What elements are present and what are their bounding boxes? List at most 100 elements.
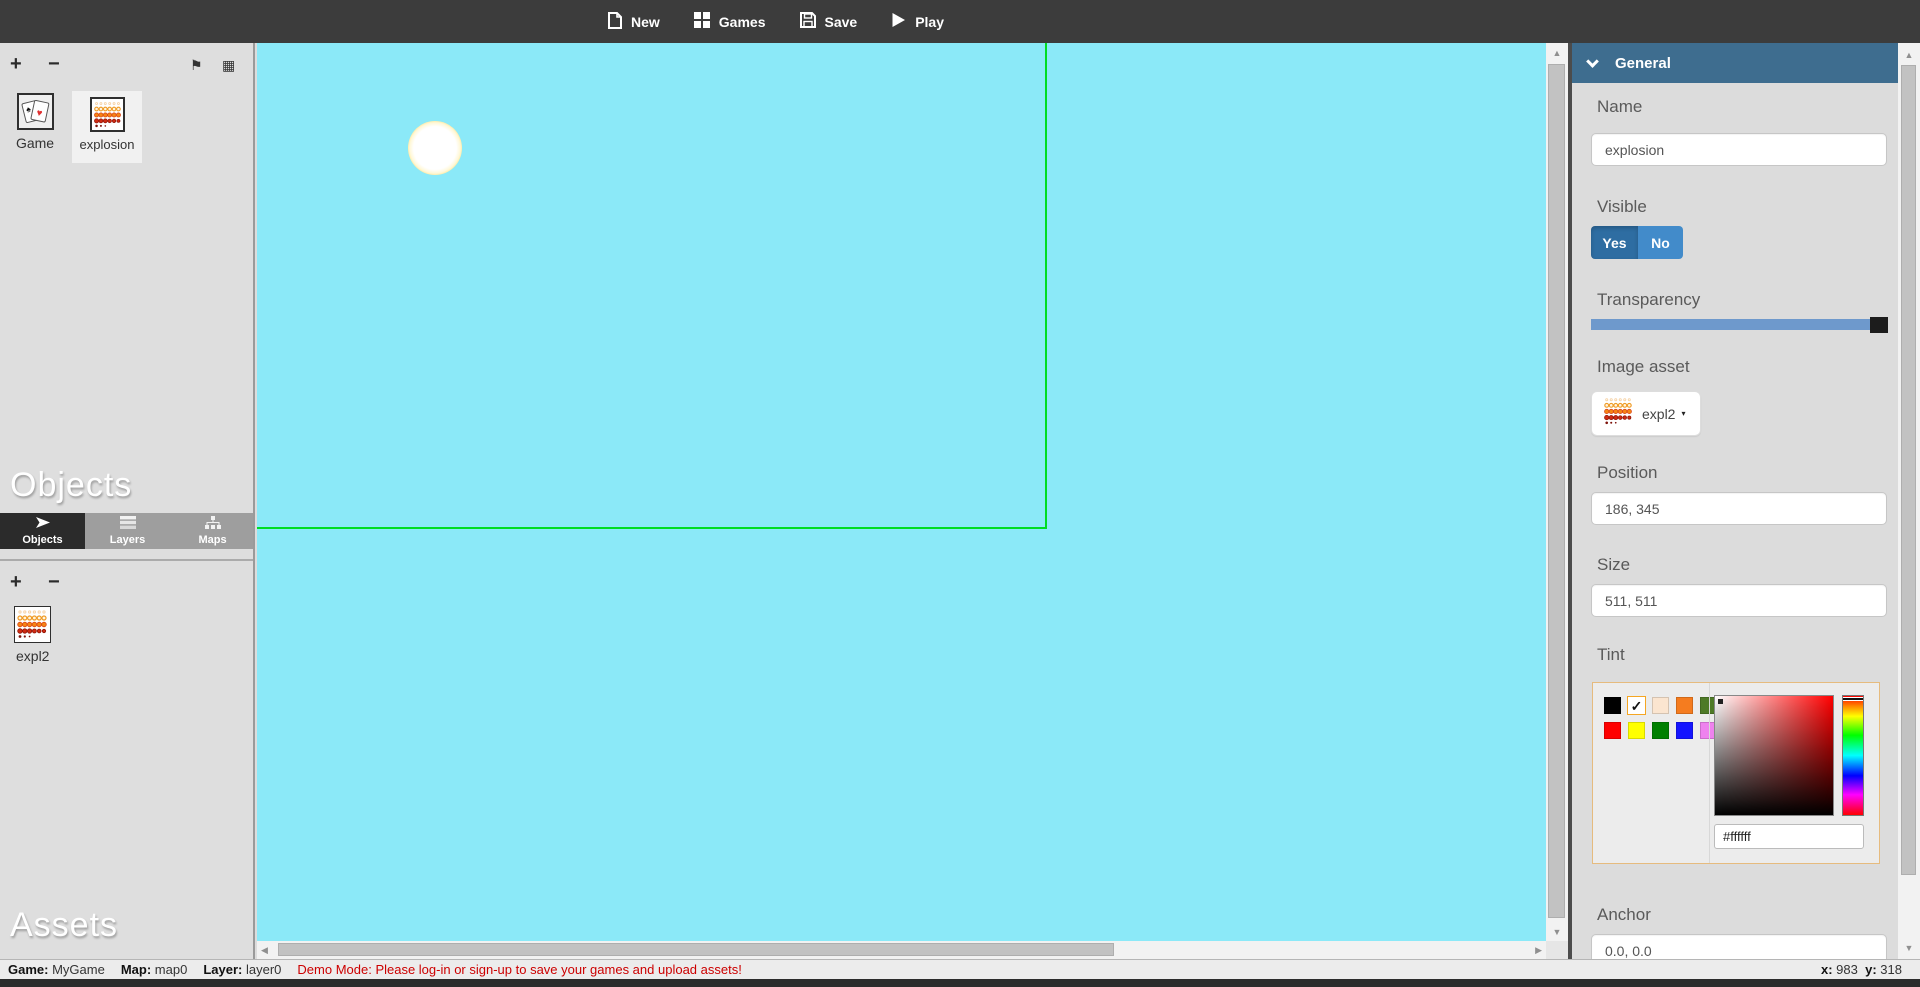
hue-strip[interactable] <box>1842 695 1864 816</box>
object-item-label: explosion <box>72 137 142 152</box>
left-sidebar: + − ⚑ ▦ Game explosion Objects Objects L… <box>0 43 255 959</box>
play-button-label: Play <box>915 14 944 30</box>
position-label: Position <box>1597 463 1657 483</box>
tab-label: Layers <box>110 534 145 546</box>
asset-item-label: expl2 <box>14 648 60 664</box>
general-header-label: General <box>1615 55 1671 72</box>
vertical-scroll-thumb[interactable] <box>1548 64 1565 918</box>
add-asset-button[interactable]: + <box>10 573 22 591</box>
save-button[interactable]: Save <box>800 12 858 31</box>
size-input[interactable] <box>1591 584 1887 617</box>
tab-label: Maps <box>198 534 226 546</box>
saturation-value-gradient[interactable] <box>1714 695 1834 816</box>
inspector-scrollbar[interactable]: ▲ ▼ <box>1898 43 1920 959</box>
image-asset-dropdown[interactable]: expl2 ▾ <box>1591 391 1701 436</box>
transparency-slider[interactable] <box>1591 319 1888 330</box>
scroll-up-icon[interactable]: ▲ <box>1898 50 1920 60</box>
layers-icon <box>120 516 136 532</box>
new-button[interactable]: New <box>608 12 660 32</box>
sidebar-tabbar: Objects Layers Maps <box>0 513 255 549</box>
explosion-sprite-object[interactable] <box>408 121 462 175</box>
horizontal-scroll-thumb[interactable] <box>278 943 1114 956</box>
image-asset-value: expl2 <box>1642 406 1675 422</box>
flag-icon[interactable]: ⚑ <box>190 57 203 74</box>
section-divider <box>0 559 255 561</box>
new-button-label: New <box>631 14 660 30</box>
canvas-horizontal-scrollbar[interactable]: ◀ ▶ <box>257 941 1546 959</box>
tint-swatch[interactable] <box>1604 722 1621 739</box>
general-section-header[interactable]: General <box>1572 43 1898 83</box>
tint-swatch[interactable] <box>1604 697 1621 714</box>
object-item-explosion[interactable]: explosion <box>72 91 142 163</box>
status-layer-value: layer0 <box>246 962 281 977</box>
tint-swatch[interactable] <box>1628 722 1645 739</box>
scrollbar-corner <box>1546 941 1568 959</box>
remove-asset-button[interactable]: − <box>48 573 60 591</box>
selection-rectangle <box>257 43 1047 529</box>
mouse-x-label: x: <box>1821 962 1833 977</box>
anchor-label: Anchor <box>1597 905 1651 925</box>
position-input[interactable] <box>1591 492 1887 525</box>
games-button[interactable]: Games <box>694 12 766 31</box>
mouse-x-value: 983 <box>1836 962 1858 977</box>
mouse-y-value: 318 <box>1880 962 1902 977</box>
object-item-game[interactable]: Game <box>10 93 60 151</box>
tint-swatch[interactable] <box>1676 697 1693 714</box>
caret-down-icon: ▾ <box>1681 409 1685 418</box>
grid-view-icon[interactable]: ▦ <box>222 57 235 74</box>
scroll-left-icon[interactable]: ◀ <box>261 945 268 956</box>
anchor-input[interactable] <box>1591 934 1887 959</box>
hue-marker <box>1843 698 1863 700</box>
status-bar: Game: MyGame Map: map0 Layer: layer0 Dem… <box>0 959 1920 979</box>
status-map: Map: map0 <box>121 962 188 977</box>
games-button-label: Games <box>719 14 766 30</box>
tint-label: Tint <box>1597 645 1625 665</box>
image-asset-label: Image asset <box>1597 357 1690 377</box>
assets-section-title: Assets <box>10 906 118 945</box>
hex-color-input[interactable] <box>1714 824 1864 849</box>
visible-label: Visible <box>1597 197 1647 217</box>
scroll-down-icon[interactable]: ▼ <box>1546 927 1568 937</box>
transparency-label: Transparency <box>1597 290 1700 310</box>
status-game-label: Game: <box>8 962 48 977</box>
mouse-y-label: y: <box>1865 962 1877 977</box>
asset-item-expl2[interactable]: expl2 <box>14 606 60 664</box>
remove-object-button[interactable]: − <box>48 55 60 73</box>
play-triangle-icon <box>891 12 906 31</box>
name-label: Name <box>1597 97 1642 117</box>
tint-swatch[interactable] <box>1652 722 1669 739</box>
expl2-spritesheet-thumbnail <box>14 606 51 643</box>
status-game: Game: MyGame <box>8 962 105 977</box>
play-button[interactable]: Play <box>891 12 944 31</box>
footer-strip <box>0 979 1920 987</box>
tab-label: Objects <box>22 534 62 546</box>
tab-layers[interactable]: Layers <box>85 513 170 549</box>
scroll-up-icon[interactable]: ▲ <box>1546 48 1568 58</box>
scroll-right-icon[interactable]: ▶ <box>1535 945 1542 956</box>
map-editor-canvas[interactable] <box>257 43 1546 941</box>
object-item-label: Game <box>10 135 60 151</box>
visible-toggle-group: Yes No <box>1591 226 1683 259</box>
inspector-scroll-thumb[interactable] <box>1901 65 1916 875</box>
visible-yes-button[interactable]: Yes <box>1591 226 1638 259</box>
tint-swatch[interactable]: ✓ <box>1628 697 1645 714</box>
status-map-label: Map: <box>121 962 151 977</box>
save-button-label: Save <box>825 14 858 30</box>
explosion-spritesheet-thumbnail <box>90 97 125 132</box>
game-cards-thumbnail <box>17 93 54 130</box>
visible-no-button[interactable]: No <box>1638 226 1683 259</box>
chevron-down-icon <box>1586 55 1599 68</box>
canvas-vertical-scrollbar[interactable]: ▲ ▼ <box>1546 43 1568 941</box>
transparency-slider-handle[interactable] <box>1870 317 1888 333</box>
name-input[interactable] <box>1591 133 1887 166</box>
tab-maps[interactable]: Maps <box>170 513 255 549</box>
add-object-button[interactable]: + <box>10 55 22 73</box>
tab-objects[interactable]: Objects <box>0 513 85 549</box>
status-layer: Layer: layer0 <box>203 962 281 977</box>
new-document-icon <box>608 12 622 32</box>
scroll-down-icon[interactable]: ▼ <box>1898 943 1920 953</box>
tint-swatch[interactable] <box>1652 697 1669 714</box>
asset-thumbnail <box>1600 395 1636 432</box>
tint-swatch[interactable] <box>1676 722 1693 739</box>
tint-color-picker: ✓ <box>1592 682 1880 864</box>
